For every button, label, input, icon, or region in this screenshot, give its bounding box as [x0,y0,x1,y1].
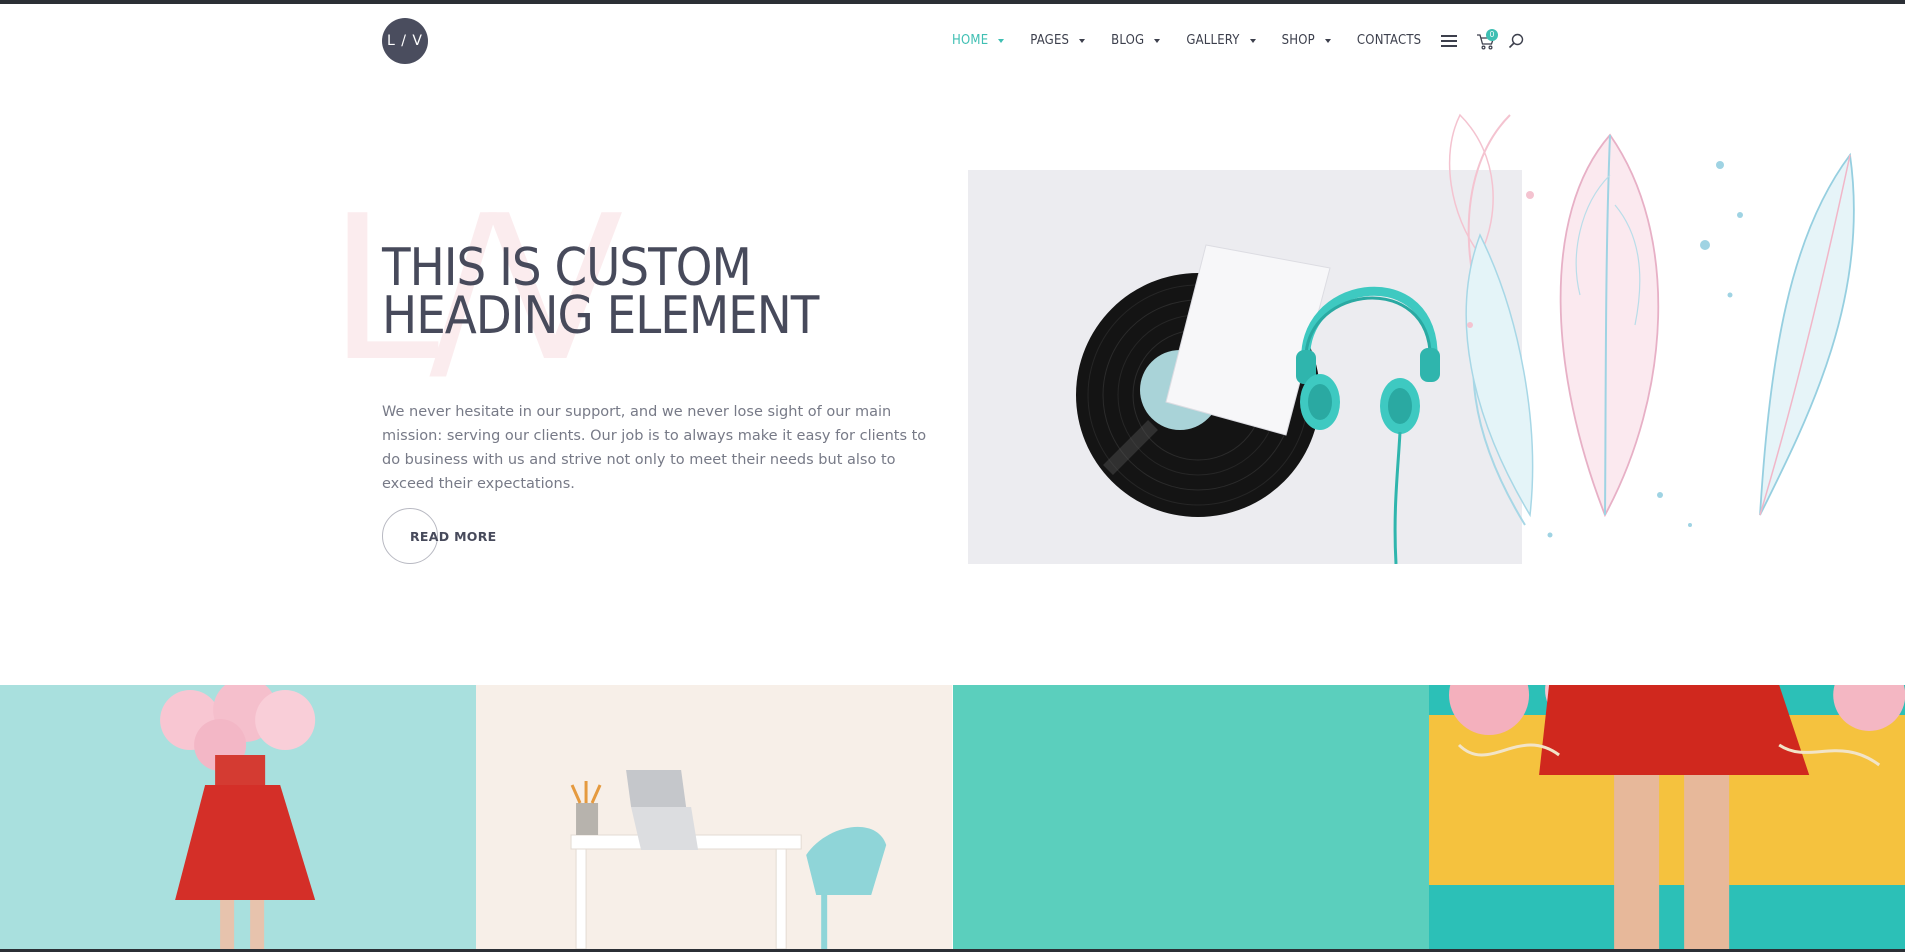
chevron-down-icon [1079,38,1086,43]
logo[interactable]: L / V [382,18,428,64]
gallery-strip [0,685,1905,949]
hero-description: We never hesitate in our support, and we… [382,404,927,492]
nav-item-contacts[interactable]: CONTACTS [1357,33,1421,48]
feathers-illustration [1448,113,1855,538]
nav-item-shop[interactable]: SHOP [1282,33,1331,48]
chevron-down-icon [1154,38,1161,43]
gallery-tile-desk[interactable] [476,685,953,949]
gallery-tile-teal[interactable] [952,685,1429,949]
read-more-button[interactable]: READ MORE [382,508,497,564]
chevron-down-icon [1324,38,1331,43]
menu-icon[interactable] [1441,35,1457,47]
search-icon[interactable] [1508,33,1524,49]
gallery-tile-balloon-girl[interactable] [0,685,477,949]
nav-item-pages[interactable]: PAGES [1030,33,1086,48]
top-border [0,0,1905,4]
cart-count-badge: 0 [1486,29,1498,41]
nav-item-gallery[interactable]: GALLERY [1186,33,1256,48]
chevron-down-icon [1249,38,1256,43]
nav-item-blog[interactable]: BLOG [1111,33,1161,48]
logo-text: L / V [387,33,423,49]
hero-heading: THIS IS CUSTOM HEADING ELEMENT [382,238,819,346]
main-nav: HOME PAGES BLOG GALLERY SHOP CONTACTS [952,33,1447,48]
chevron-down-icon [998,38,1005,43]
nav-item-home[interactable]: HOME [952,33,1005,48]
gallery-tile-party-sofa[interactable] [1428,685,1905,949]
